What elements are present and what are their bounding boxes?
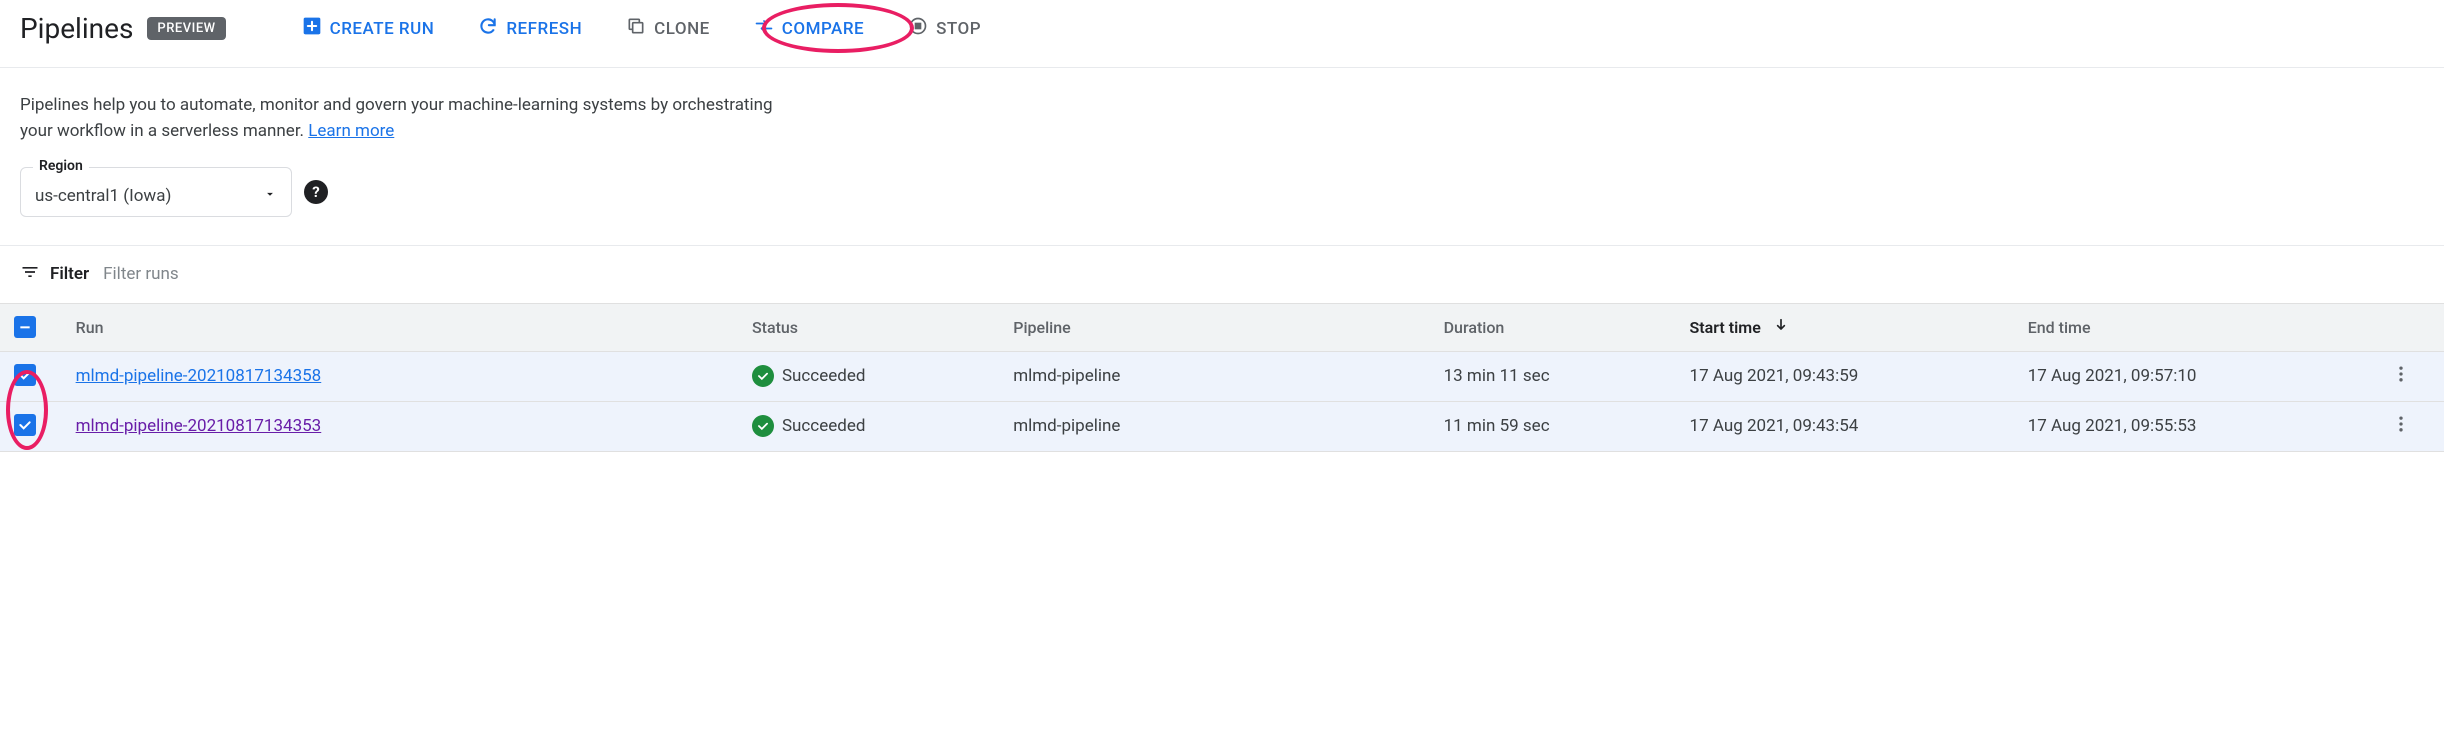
run-link[interactable]: mlmd-pipeline-20210817134358 [76, 366, 322, 386]
pipeline-cell: mlmd-pipeline [1005, 401, 1435, 451]
run-link[interactable]: mlmd-pipeline-20210817134353 [76, 416, 322, 436]
table-row: mlmd-pipeline-20210817134358 Succeeded m… [0, 351, 2444, 401]
stop-label: STOP [936, 19, 981, 39]
filter-label: Filter [20, 262, 89, 287]
filter-text: Filter [50, 264, 89, 284]
filter-icon [20, 262, 40, 287]
column-run[interactable]: Run [68, 303, 744, 351]
region-label: Region [33, 158, 89, 174]
clone-label: CLONE [654, 19, 710, 39]
chevron-down-icon [263, 187, 277, 205]
status-text: Succeeded [782, 416, 865, 436]
create-run-label: CREATE RUN [330, 19, 435, 39]
clone-icon [626, 16, 646, 41]
refresh-icon [478, 16, 498, 41]
more-actions-button[interactable] [2391, 364, 2411, 384]
column-pipeline[interactable]: Pipeline [1005, 303, 1435, 351]
arrow-down-icon [1773, 318, 1789, 337]
stop-button[interactable]: STOP [890, 8, 999, 49]
select-all-checkbox[interactable] [14, 316, 36, 338]
start-time-cell: 17 Aug 2021, 09:43:54 [1682, 401, 2020, 451]
learn-more-link[interactable]: Learn more [308, 121, 394, 141]
column-start-time[interactable]: Start time [1682, 303, 2020, 351]
header-bar: Pipelines PREVIEW CREATE RUN REFRESH CLO… [0, 0, 2444, 68]
region-select[interactable]: Region us-central1 (Iowa) [20, 167, 292, 217]
help-icon[interactable]: ? [304, 180, 328, 204]
preview-badge: PREVIEW [147, 17, 225, 40]
create-run-button[interactable]: CREATE RUN [284, 8, 453, 49]
region-value: us-central1 (Iowa) [35, 186, 171, 206]
status-text: Succeeded [782, 366, 865, 386]
refresh-label: REFRESH [506, 19, 582, 39]
success-icon [752, 365, 774, 387]
page-title: Pipelines [20, 12, 133, 45]
compare-icon [754, 16, 774, 41]
description-text: Pipelines help you to automate, monitor … [20, 92, 780, 145]
column-end-time[interactable]: End time [2020, 303, 2358, 351]
refresh-button[interactable]: REFRESH [460, 8, 600, 49]
clone-button[interactable]: CLONE [608, 8, 728, 49]
start-time-cell: 17 Aug 2021, 09:43:59 [1682, 351, 2020, 401]
description-body: Pipelines help you to automate, monitor … [20, 95, 773, 141]
column-start-label: Start time [1690, 318, 1761, 337]
table-row: mlmd-pipeline-20210817134353 Succeeded m… [0, 401, 2444, 451]
compare-label: COMPARE [782, 19, 864, 39]
column-duration[interactable]: Duration [1436, 303, 1682, 351]
end-time-cell: 17 Aug 2021, 09:55:53 [2020, 401, 2358, 451]
plus-icon [302, 16, 322, 41]
column-status[interactable]: Status [744, 303, 1005, 351]
more-actions-button[interactable] [2391, 414, 2411, 434]
end-time-cell: 17 Aug 2021, 09:57:10 [2020, 351, 2358, 401]
filter-input[interactable] [103, 264, 2424, 284]
duration-cell: 11 min 59 sec [1436, 401, 1682, 451]
compare-button[interactable]: COMPARE [736, 8, 882, 49]
success-icon [752, 415, 774, 437]
row-checkbox[interactable] [14, 414, 36, 436]
stop-icon [908, 16, 928, 41]
row-checkbox[interactable] [14, 364, 36, 386]
runs-table: Run Status Pipeline Duration Start time … [0, 303, 2444, 452]
duration-cell: 13 min 11 sec [1436, 351, 1682, 401]
pipeline-cell: mlmd-pipeline [1005, 351, 1435, 401]
filter-bar: Filter [0, 245, 2444, 303]
